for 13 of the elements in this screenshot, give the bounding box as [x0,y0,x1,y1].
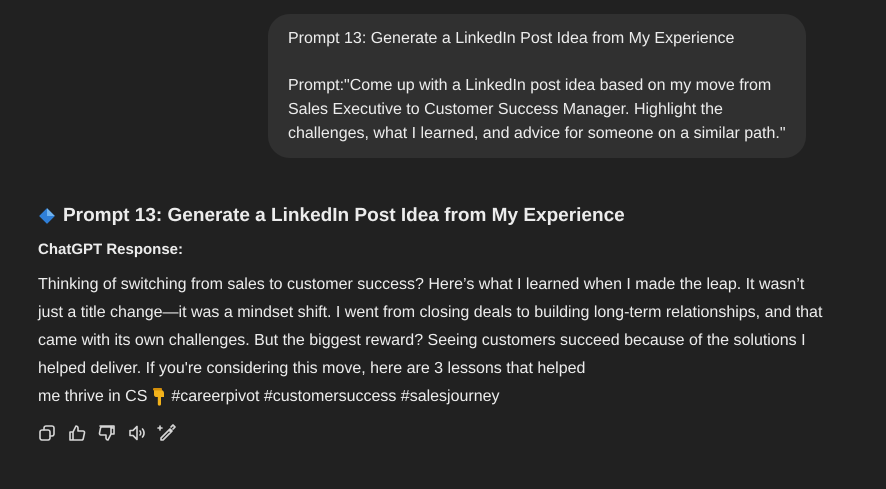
response-label: ChatGPT Response: [38,241,184,258]
pointing-down-hand-icon [152,388,166,406]
pencil-icon[interactable] [157,423,177,443]
diamond-icon [38,207,56,225]
response-text-end: me thrive in CS [38,387,148,407]
message-text: Prompt:"Come up with a LinkedIn post idea based on my move from Sales Executive to Customer Success Manager. Highlight the challenges, what I learned, and advice for someone on a similar path." [288,76,786,144]
message-title: Prompt 13: Generate a LinkedIn Post Idea from My Experience [288,29,736,49]
hashtags: #careerpivot #customersuccess #salesjourney [171,387,500,407]
response-heading: Prompt 13: Generate a LinkedIn Post Idea from My Experience [63,205,625,227]
speaker-icon[interactable] [127,423,147,443]
thumbs-down-icon[interactable] [97,423,117,443]
copy-icon[interactable] [37,423,57,443]
thumbs-up-icon[interactable] [67,423,87,443]
